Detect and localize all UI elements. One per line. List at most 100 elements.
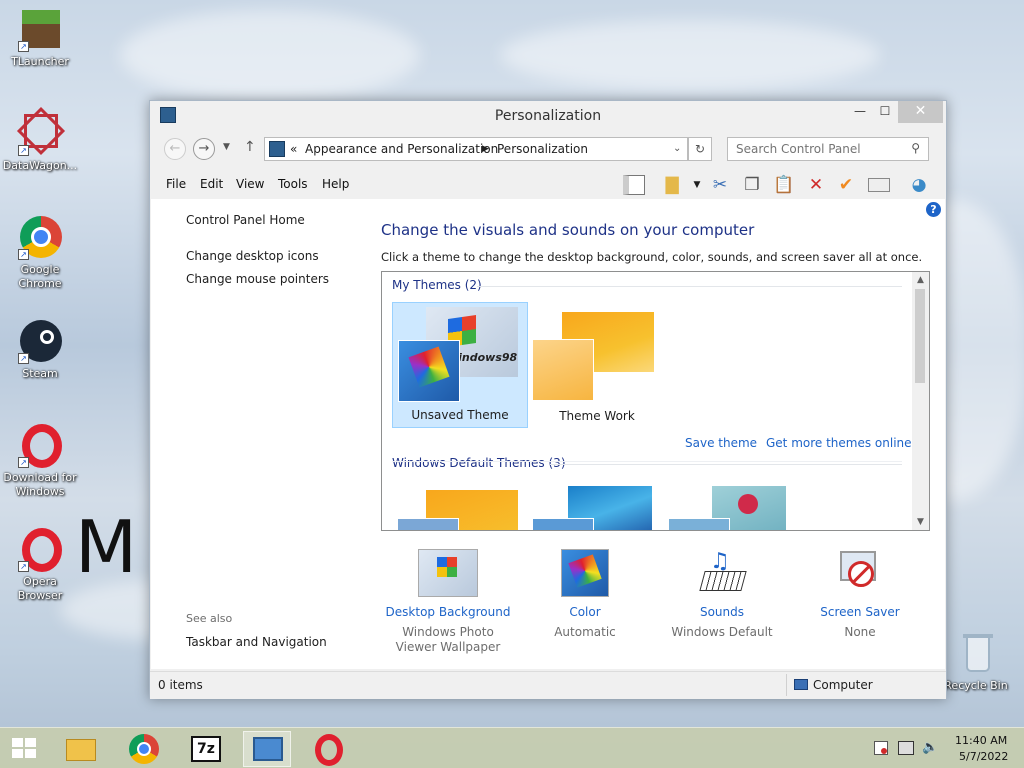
- taskbar-and-navigation-link[interactable]: Taskbar and Navigation: [186, 635, 327, 649]
- folder-options-icon[interactable]: ▇: [660, 173, 684, 197]
- desktop-icon-steam[interactable]: ↗ Steam: [0, 320, 80, 381]
- theme-work-thumbnail-small: [532, 339, 594, 401]
- status-bar: 0 items Computer: [150, 671, 946, 699]
- cut-icon[interactable]: ✂: [708, 173, 732, 197]
- group-divider: [550, 464, 902, 465]
- taskbar-file-explorer[interactable]: [57, 731, 105, 767]
- search-input[interactable]: [736, 139, 906, 159]
- theme-label: Theme Work: [559, 409, 635, 423]
- up-arrow-icon[interactable]: ↑: [244, 139, 256, 155]
- theme-work[interactable]: Theme Work: [529, 302, 665, 428]
- default-theme-thumbnail-small: [668, 518, 730, 530]
- check-icon[interactable]: ✔: [834, 173, 858, 197]
- breadcrumb-personalization[interactable]: Personalization: [497, 142, 588, 156]
- help-icon[interactable]: ?: [926, 202, 941, 217]
- themes-scrollbar[interactable]: ▲ ▼: [912, 272, 929, 530]
- taskbar-chrome[interactable]: [120, 731, 168, 767]
- control-panel-home-link[interactable]: Control Panel Home: [186, 213, 305, 227]
- desktop-icon-tlauncher[interactable]: ↗ TLauncher: [0, 8, 80, 69]
- recent-pages-chevron-icon[interactable]: ▼: [223, 142, 230, 152]
- theme-unsaved[interactable]: Windows98 Unsaved Theme: [392, 302, 528, 428]
- status-divider: [786, 674, 787, 696]
- desktop-background-setting[interactable]: Desktop Background Windows Photo Viewer …: [383, 549, 513, 655]
- color-setting[interactable]: Color Automatic: [520, 549, 650, 640]
- desktop-icon-label: Opera Browser: [17, 575, 63, 602]
- breadcrumb-separator-icon: ▶: [482, 144, 489, 154]
- default-themes-header: Windows Default Themes (3): [392, 456, 566, 470]
- screen-saver-label[interactable]: Screen Saver: [795, 605, 925, 619]
- desktop-icon-datawagon[interactable]: ↗ DataWagon...: [0, 106, 80, 173]
- opera-icon: [315, 734, 343, 766]
- screen-saver-setting[interactable]: Screen Saver None: [795, 549, 925, 640]
- action-center-flag-icon[interactable]: [874, 741, 888, 755]
- color-label[interactable]: Color: [520, 605, 650, 619]
- scroll-down-icon[interactable]: ▼: [912, 517, 929, 527]
- sounds-setting[interactable]: ♫ Sounds Windows Default: [657, 549, 787, 640]
- back-button[interactable]: ←: [164, 138, 186, 160]
- menu-tools[interactable]: Tools: [278, 177, 308, 191]
- clock-date[interactable]: 5/7/2022: [959, 750, 1008, 763]
- title-bar[interactable]: Personalization — ☐ ✕: [150, 101, 946, 131]
- desktop-icon-recycle-bin[interactable]: Recycle Bin: [936, 632, 1016, 693]
- desktop-icon-label: Download for Windows: [3, 471, 77, 498]
- network-icon[interactable]: [898, 741, 914, 755]
- desktop-background-value: Windows Photo Viewer Wallpaper: [395, 625, 501, 654]
- address-dropdown-icon[interactable]: ⌄: [673, 143, 681, 154]
- page-description: Click a theme to change the desktop back…: [381, 250, 923, 264]
- desktop-wallpaper-text: M: [75, 505, 138, 589]
- desktop-icon-label: Google Chrome: [18, 263, 62, 290]
- group-divider: [392, 461, 902, 462]
- refresh-button[interactable]: ↻: [688, 137, 712, 161]
- desktop-background-label[interactable]: Desktop Background: [383, 605, 513, 619]
- default-theme-thumbnail-small: [532, 518, 594, 530]
- control-panel-small-icon: [269, 141, 285, 157]
- volume-muted-icon[interactable]: 🔈: [922, 740, 938, 755]
- copy-icon[interactable]: ❐: [740, 173, 764, 197]
- color-palette-icon: [398, 340, 460, 402]
- menu-help[interactable]: Help: [322, 177, 349, 191]
- close-button[interactable]: ✕: [898, 101, 943, 123]
- screen-saver-value: None: [844, 625, 876, 639]
- dropdown-chevron-icon[interactable]: ▼: [685, 173, 709, 197]
- desktop-icon-download-for-windows[interactable]: ↗ Download for Windows: [0, 424, 80, 499]
- themes-list[interactable]: My Themes (2) Windows98 Unsaved Theme Th…: [381, 271, 930, 531]
- opera-icon: ↗: [18, 424, 62, 468]
- desktop-icon-label: TLauncher: [11, 55, 69, 68]
- change-mouse-pointers-link[interactable]: Change mouse pointers: [186, 272, 329, 286]
- get-more-themes-link[interactable]: Get more themes online: [766, 436, 912, 450]
- properties-icon[interactable]: [867, 173, 891, 197]
- taskbar-control-panel[interactable]: [243, 731, 291, 767]
- opera-icon: ↗: [18, 528, 62, 572]
- menu-file[interactable]: File: [166, 177, 186, 191]
- change-desktop-icons-link[interactable]: Change desktop icons: [186, 249, 319, 263]
- maximize-button[interactable]: ☐: [870, 101, 900, 123]
- forward-button[interactable]: →: [193, 138, 215, 160]
- sounds-label[interactable]: Sounds: [657, 605, 787, 619]
- desktop-icon-chrome[interactable]: ↗ Google Chrome: [0, 216, 80, 291]
- taskbar: 7z 🔈 11:40 AM 5/7/2022: [0, 727, 1024, 768]
- search-box[interactable]: ⚲: [727, 137, 929, 161]
- desktop-icon-label: Recycle Bin: [944, 679, 1008, 692]
- start-button[interactable]: [0, 728, 48, 768]
- breadcrumb-overflow[interactable]: «: [290, 142, 297, 156]
- layout-pane-icon[interactable]: [622, 173, 646, 197]
- paste-icon[interactable]: 📋: [772, 173, 796, 197]
- clock-time[interactable]: 11:40 AM: [955, 734, 1007, 747]
- default-theme-thumbnail-small: [397, 518, 459, 530]
- breadcrumb-appearance[interactable]: Appearance and Personalization: [305, 142, 498, 156]
- address-bar[interactable]: « Appearance and Personalization ▶ Perso…: [264, 137, 688, 161]
- scrollbar-thumb[interactable]: [915, 289, 925, 383]
- color-palette-icon: [561, 549, 609, 597]
- save-theme-link[interactable]: Save theme: [685, 436, 757, 450]
- taskbar-opera[interactable]: [305, 731, 353, 767]
- menu-view[interactable]: View: [236, 177, 264, 191]
- scroll-up-icon[interactable]: ▲: [912, 275, 929, 285]
- address-row: ← → ▼ ↑ « Appearance and Personalization…: [150, 135, 946, 163]
- desktop-icon-opera[interactable]: ↗ Opera Browser: [0, 528, 80, 603]
- search-icon[interactable]: ⚲: [911, 141, 920, 155]
- delete-icon[interactable]: ✕: [804, 173, 828, 197]
- taskbar-7zip[interactable]: 7z: [182, 731, 230, 767]
- computer-icon: [794, 679, 808, 690]
- shell-icon[interactable]: ◕: [907, 173, 931, 197]
- menu-edit[interactable]: Edit: [200, 177, 223, 191]
